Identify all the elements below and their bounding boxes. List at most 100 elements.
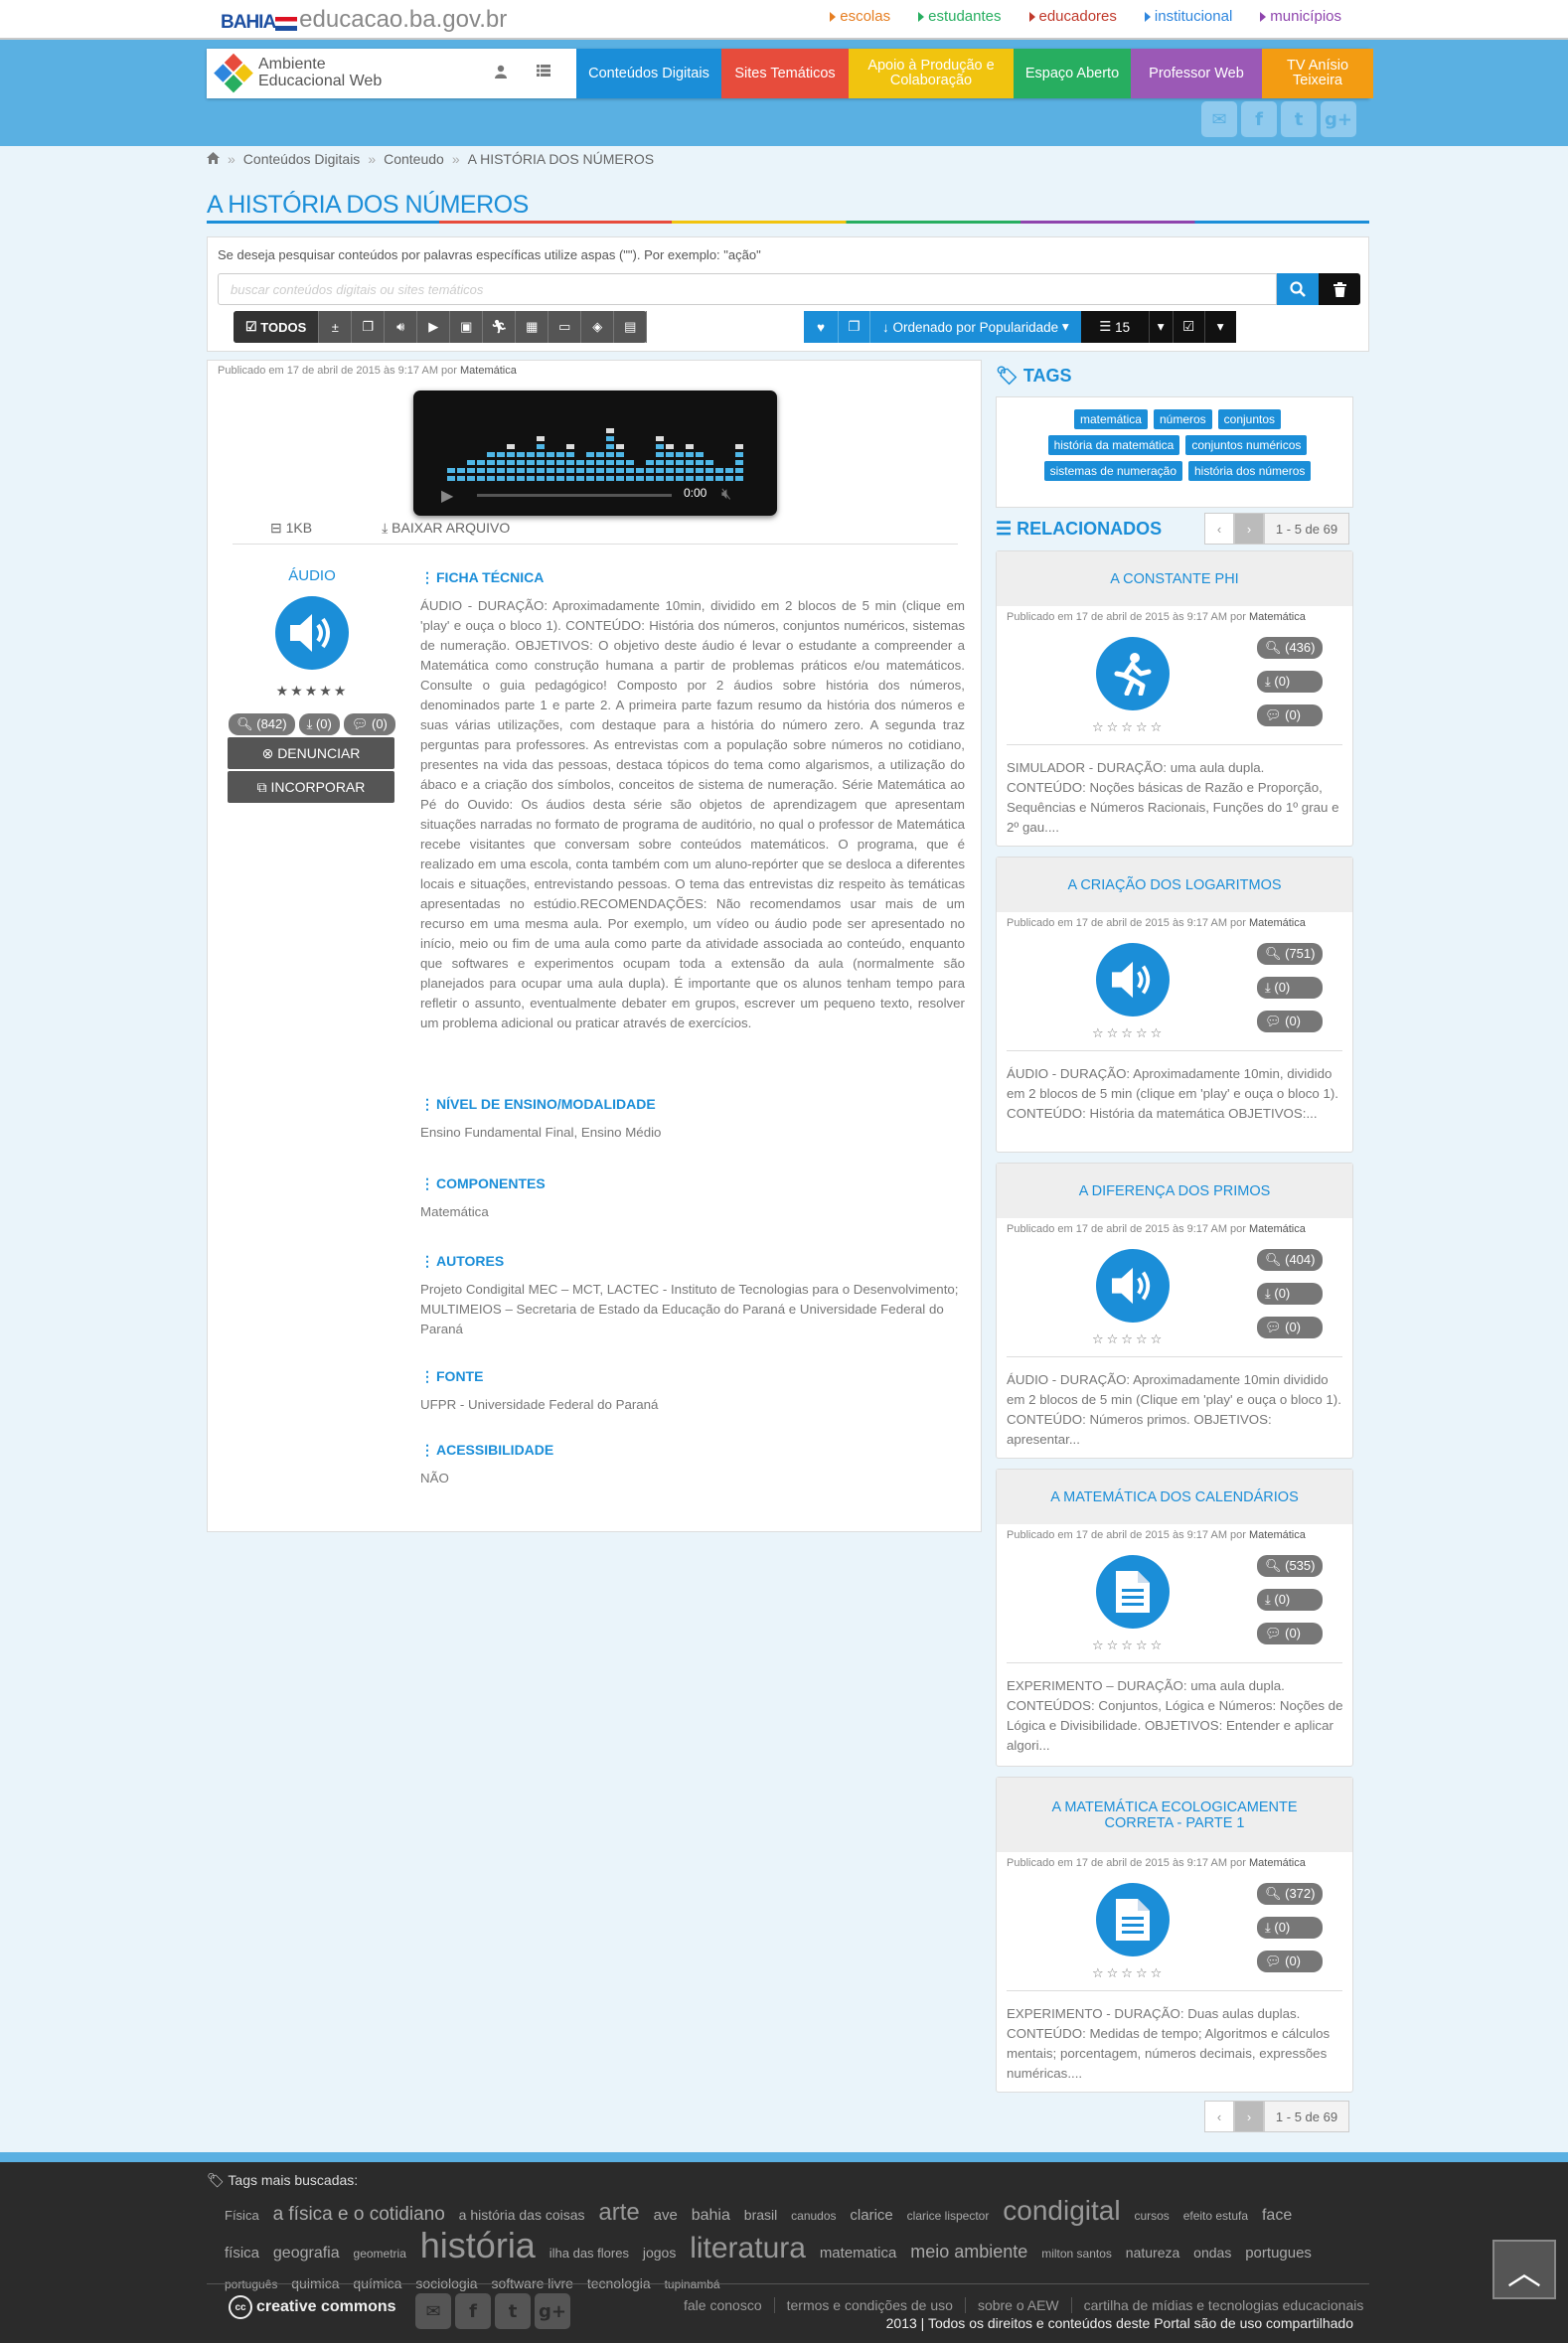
rating-stars[interactable]: ☆☆☆☆☆: [1092, 1332, 1165, 1347]
gov-logo[interactable]: BAHIA educacao.ba.gov.br: [221, 4, 507, 34]
popular-tag[interactable]: jogos: [643, 2245, 676, 2261]
related-card[interactable]: A MATEMÁTICA DOS CALENDÁRIOS Publicado em…: [996, 1469, 1353, 1767]
seek-bar[interactable]: [477, 494, 672, 497]
home-icon[interactable]: [207, 151, 220, 167]
gov-link[interactable]: escolas: [830, 8, 890, 25]
filter-document-icon[interactable]: ▤: [614, 311, 648, 343]
tag-chip[interactable]: conjuntos numéricos: [1185, 435, 1308, 455]
popular-tag[interactable]: matematica: [820, 2245, 897, 2262]
brand-logo[interactable]: Ambiente Educacional Web: [214, 53, 382, 92]
list-icon[interactable]: [537, 65, 550, 82]
gov-link[interactable]: estudantes: [918, 8, 1002, 25]
filter-audio-icon[interactable]: 🔊︎: [385, 311, 418, 343]
popular-tag[interactable]: canudos: [791, 2209, 836, 2223]
search-button[interactable]: [1277, 273, 1319, 305]
related-title[interactable]: A CRIAÇÃO DOS LOGARITMOS: [997, 858, 1352, 912]
filter-copy-icon[interactable]: ❐: [352, 311, 386, 343]
rating-stars[interactable]: ★★★★★: [228, 684, 396, 700]
select-caret-icon[interactable]: ▾: [1203, 311, 1236, 343]
popular-tag[interactable]: face: [1262, 2207, 1292, 2224]
play-icon[interactable]: ▶: [441, 486, 453, 505]
nav-item[interactable]: Espaço Aberto: [1014, 49, 1131, 98]
rating-stars[interactable]: ☆☆☆☆☆: [1092, 1966, 1165, 1981]
popular-tag[interactable]: literatura: [690, 2232, 806, 2265]
nav-item[interactable]: Conteúdos Digitais: [576, 49, 721, 98]
popular-tag[interactable]: Física: [225, 2208, 259, 2223]
nav-item[interactable]: Professor Web: [1131, 49, 1262, 98]
download-link[interactable]: ⤓ BAIXAR ARQUIVO: [382, 520, 510, 537]
google-plus-icon[interactable]: g+: [535, 2293, 570, 2329]
popular-tag[interactable]: portugues: [1245, 2245, 1312, 2262]
next-page-button[interactable]: ›: [1234, 2101, 1264, 2132]
prev-page-button[interactable]: ‹: [1204, 2101, 1234, 2132]
compare-icon[interactable]: ❐: [838, 311, 869, 343]
nav-item[interactable]: TV Anísio Teixeira: [1262, 49, 1373, 98]
popular-tag[interactable]: clarice: [850, 2207, 892, 2224]
footer-link[interactable]: termos e condições de uso: [775, 2297, 966, 2313]
report-button[interactable]: ⊗ DENUNCIAR: [228, 737, 394, 769]
popular-tag[interactable]: a física e o cotidiano: [273, 2204, 445, 2225]
email-icon[interactable]: ✉: [1201, 101, 1237, 137]
user-icon[interactable]: [495, 65, 507, 82]
related-title[interactable]: A MATEMÁTICA DOS CALENDÁRIOS: [997, 1470, 1352, 1524]
popular-tag[interactable]: arte: [598, 2199, 639, 2226]
popular-tag[interactable]: cursos: [1134, 2209, 1169, 2223]
popular-tag[interactable]: ondas: [1193, 2245, 1231, 2261]
breadcrumb-item[interactable]: Conteúdos Digitais: [243, 151, 361, 167]
twitter-icon[interactable]: t: [1281, 101, 1317, 137]
select-check-icon[interactable]: ☑: [1172, 311, 1204, 343]
footer-link[interactable]: fale conosco: [672, 2297, 775, 2313]
footer-link[interactable]: cartilha de mídias e tecnologias educaci…: [1072, 2297, 1376, 2313]
gov-link[interactable]: municípios: [1260, 8, 1341, 25]
breadcrumb-item[interactable]: Conteudo: [384, 151, 444, 167]
author-link[interactable]: Matemática: [1249, 1223, 1306, 1235]
next-page-button[interactable]: ›: [1234, 513, 1264, 545]
tag-chip[interactable]: história dos números: [1188, 461, 1312, 481]
tag-chip[interactable]: história da matemática: [1047, 435, 1180, 455]
author-link[interactable]: Matemática: [1249, 917, 1306, 929]
facebook-icon[interactable]: f: [455, 2293, 491, 2329]
popular-tag[interactable]: condigital: [1003, 2195, 1120, 2226]
filter-monitor-icon[interactable]: ▭: [549, 311, 582, 343]
popular-tag[interactable]: efeito estufa: [1183, 2209, 1248, 2223]
filter-video-icon[interactable]: ▶: [417, 311, 451, 343]
per-page-select[interactable]: ☰ 15: [1080, 311, 1149, 343]
author-link[interactable]: Matemática: [1249, 611, 1306, 623]
gov-link[interactable]: educadores: [1028, 8, 1117, 25]
author-link[interactable]: Matemática: [460, 365, 517, 377]
filter-layers-icon[interactable]: ◈: [581, 311, 615, 343]
filter-image-icon[interactable]: ▣: [450, 311, 484, 343]
google-plus-icon[interactable]: g+: [1321, 101, 1356, 137]
popular-tag[interactable]: geometria: [354, 2247, 406, 2261]
related-card[interactable]: A DIFERENÇA DOS PRIMOS Publicado em 17 de…: [996, 1163, 1353, 1459]
popular-tag[interactable]: português: [225, 2277, 277, 2291]
filter-calculator-icon[interactable]: ±: [319, 311, 353, 343]
search-input[interactable]: [218, 273, 1277, 305]
rating-stars[interactable]: ☆☆☆☆☆: [1092, 1639, 1165, 1653]
author-link[interactable]: Matemática: [1249, 1529, 1306, 1541]
popular-tag[interactable]: história: [420, 2225, 536, 2265]
popular-tag[interactable]: bahia: [692, 2207, 730, 2224]
popular-tag[interactable]: natureza: [1126, 2245, 1179, 2261]
tag-chip[interactable]: matemática: [1073, 409, 1148, 429]
sort-dropdown[interactable]: ↓ Ordenado por Popularidade ▾: [869, 311, 1081, 343]
tag-chip[interactable]: sistemas de numeração: [1043, 461, 1182, 481]
nav-item[interactable]: Sites Temáticos: [721, 49, 849, 98]
per-page-caret-icon[interactable]: ▾: [1148, 311, 1173, 343]
related-card[interactable]: A CRIAÇÃO DOS LOGARITMOS Publicado em 17 …: [996, 857, 1353, 1153]
back-to-top-button[interactable]: ︿: [1492, 2240, 1556, 2299]
rating-stars[interactable]: ☆☆☆☆☆: [1092, 720, 1165, 735]
popular-tag[interactable]: ave: [654, 2207, 678, 2224]
author-link[interactable]: Matemática: [1249, 1857, 1306, 1869]
footer-link[interactable]: sobre o AEW: [966, 2297, 1072, 2313]
filter-simulator-icon[interactable]: 🏃︎: [483, 311, 517, 343]
popular-tag[interactable]: ilha das flores: [549, 2246, 629, 2261]
related-title[interactable]: A DIFERENÇA DOS PRIMOS: [997, 1164, 1352, 1218]
popular-tag[interactable]: meio ambiente: [910, 2242, 1027, 2262]
nav-item[interactable]: Apoio à Produção e Colaboração: [849, 49, 1014, 98]
tag-chip[interactable]: números: [1153, 409, 1212, 429]
rating-stars[interactable]: ☆☆☆☆☆: [1092, 1026, 1165, 1041]
favorites-heart-icon[interactable]: ♥: [804, 311, 838, 343]
related-card[interactable]: A MATEMÁTICA ECOLOGICAMENTE CORRETA - PA…: [996, 1777, 1353, 2093]
facebook-icon[interactable]: f: [1241, 101, 1277, 137]
